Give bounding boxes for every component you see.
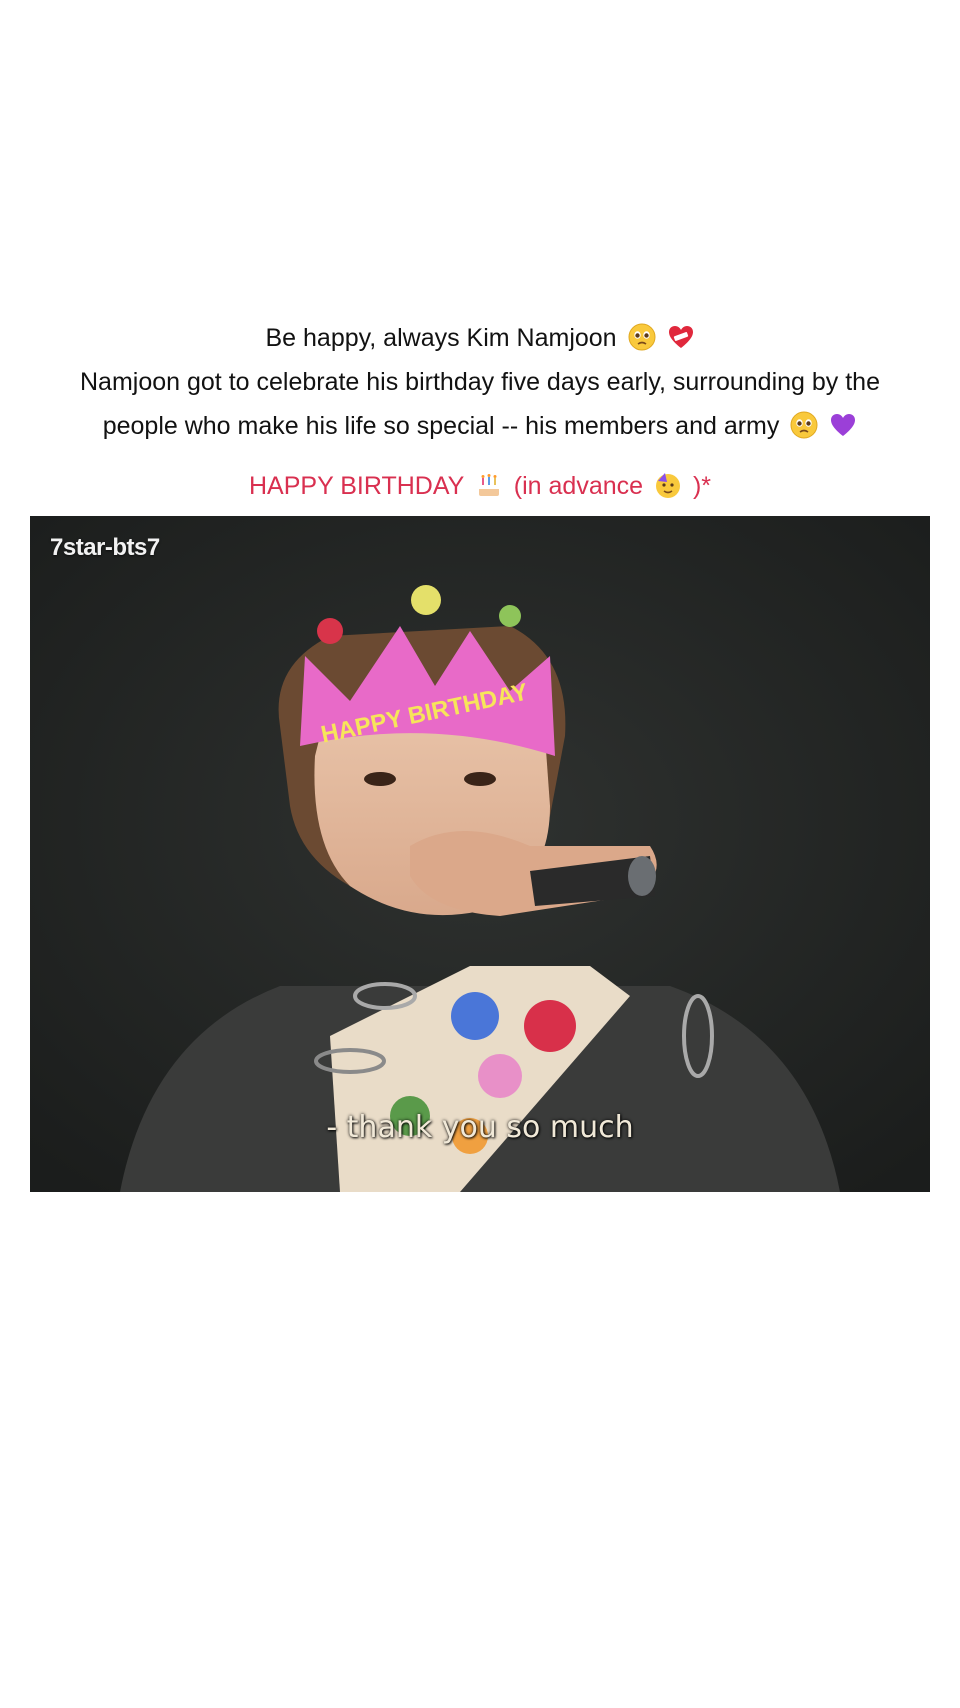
video-player[interactable]: HAPPY BIRTHDAY 7star-bts7 - thank you so… [30, 516, 930, 1192]
teary-face-icon [628, 323, 656, 351]
caption-line-2: Namjoon got to celebrate his birthday fi… [40, 360, 920, 448]
birthday-line: HAPPY BIRTHDAY (in advance )* [40, 468, 920, 504]
post-caption: Be happy, always Kim Namjoon Namjoon got… [40, 316, 920, 448]
caption-line-1: Be happy, always Kim Namjoon [40, 316, 920, 360]
teary-face-icon [790, 411, 818, 439]
caption-line-1-text: Be happy, always Kim Namjoon [265, 324, 617, 352]
party-face-icon [656, 473, 680, 498]
video-frame: HAPPY BIRTHDAY [30, 516, 930, 1192]
caption-line-2-text: Namjoon got to celebrate his birthday fi… [80, 368, 880, 440]
closing-text: )* [692, 472, 712, 500]
advance-text: (in advance [513, 472, 644, 500]
mending-heart-icon [668, 326, 693, 348]
birthday-cake-icon [478, 474, 499, 496]
video-watermark: 7star-bts7 [50, 534, 160, 561]
purple-heart-icon [831, 414, 856, 436]
video-subtitle: - thank you so much [326, 1110, 634, 1145]
birthday-text: HAPPY BIRTHDAY [248, 472, 464, 500]
